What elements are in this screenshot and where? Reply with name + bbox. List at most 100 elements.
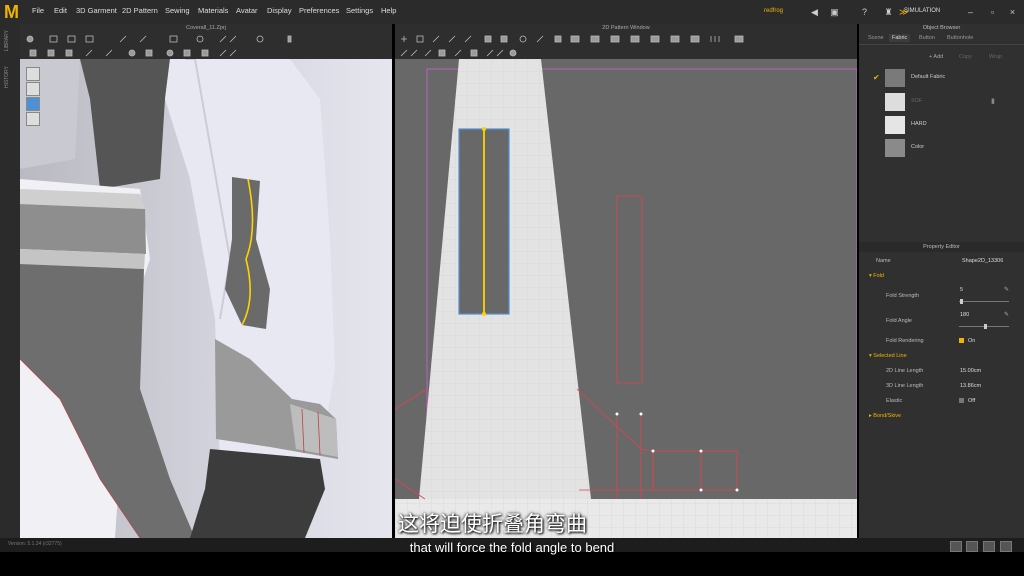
grain-icon[interactable]	[710, 36, 720, 42]
seam-allowance-icon[interactable]	[470, 49, 478, 57]
tab-scene[interactable]: Scene	[865, 34, 887, 42]
tack-icon[interactable]	[169, 35, 178, 43]
menu-settings[interactable]: Settings	[346, 6, 373, 15]
rectangle-icon[interactable]	[500, 35, 508, 43]
menu-preferences[interactable]: Preferences	[299, 6, 339, 15]
bond-skive-section[interactable]: ▸ Bond/Skive	[869, 413, 901, 419]
wrap-fabric-button[interactable]: Wrap	[989, 54, 1002, 60]
button-2d-icon[interactable]	[509, 49, 517, 57]
user-name[interactable]: redfrog	[764, 8, 783, 14]
sphere-icon[interactable]	[128, 49, 136, 57]
tab-fabric[interactable]: Fabric	[889, 34, 911, 42]
elastic-checkbox[interactable]	[959, 398, 964, 403]
slider-handle[interactable]	[960, 299, 963, 304]
texture-icon[interactable]	[47, 49, 55, 57]
menu-sewing[interactable]: Sewing	[165, 6, 190, 15]
segment-sewing-icon[interactable]	[590, 35, 600, 43]
circle-icon[interactable]	[166, 49, 174, 57]
slider-handle[interactable]	[984, 324, 987, 329]
notch-icon[interactable]	[454, 49, 462, 57]
selected-line-section[interactable]: ▾ Selected Line	[869, 353, 907, 359]
add-point-icon[interactable]	[448, 35, 456, 43]
transform-pattern-icon[interactable]	[401, 36, 407, 42]
trash-icon[interactable]: ▮	[991, 97, 995, 105]
polygon-icon[interactable]	[484, 35, 492, 43]
close-icon[interactable]: ×	[1008, 8, 1017, 17]
fold-angle-value[interactable]: 180	[960, 312, 969, 318]
2d-toolbar-icons[interactable]	[395, 33, 857, 59]
select-icon[interactable]	[26, 35, 34, 43]
cuff-piece[interactable]	[576, 388, 654, 491]
zipper-icon[interactable]	[219, 35, 237, 43]
view-mode-icon[interactable]	[26, 97, 40, 111]
trace-icon[interactable]	[424, 49, 432, 57]
menu-3d-garment[interactable]: 3D Garment	[76, 6, 117, 15]
tab-button[interactable]: Button	[916, 34, 938, 42]
fabric-item[interactable]: ✔ Default Fabric	[867, 69, 1017, 87]
simulation-mode-button[interactable]: SIMULATION	[904, 8, 940, 14]
edit-pattern-icon[interactable]	[416, 35, 424, 43]
grid-icon[interactable]	[65, 49, 73, 57]
fabric-item[interactable]: SOF ▮	[867, 93, 1017, 111]
avatar-icon[interactable]	[29, 49, 37, 57]
menu-avatar[interactable]: Avatar	[236, 6, 258, 15]
avatar-display-icon[interactable]	[26, 112, 40, 126]
pencil-icon[interactable]	[105, 49, 113, 57]
menu-help[interactable]: Help	[381, 6, 396, 15]
menu-edit[interactable]: Edit	[54, 6, 67, 15]
line2d-value[interactable]: 15.00cm	[960, 368, 981, 374]
cuff-tab-piece[interactable]	[652, 450, 738, 491]
menu-materials[interactable]: Materials	[198, 6, 228, 15]
speaker-icon[interactable]: ◀	[810, 8, 819, 17]
fold-strength-value[interactable]: 5	[960, 287, 963, 293]
graphic-icon[interactable]	[650, 35, 660, 43]
fabric-item[interactable]: Color	[867, 139, 1017, 157]
menu-display[interactable]: Display	[267, 6, 292, 15]
fold-rendering-checkbox[interactable]	[959, 338, 964, 343]
fold-icon[interactable]	[256, 35, 264, 43]
copy-fabric-button[interactable]: Copy	[959, 54, 972, 60]
fold-arrange-icon[interactable]	[670, 35, 680, 43]
library-tab[interactable]: LIBRARY	[4, 30, 10, 51]
layer-icon[interactable]	[183, 49, 191, 57]
tab-buttonhole[interactable]: Buttonhole	[944, 34, 976, 42]
move-icon[interactable]	[49, 35, 58, 43]
internal-line-icon[interactable]	[536, 35, 544, 43]
edit-icon[interactable]	[85, 35, 94, 43]
circle-pattern-icon[interactable]	[519, 35, 527, 43]
brush-icon[interactable]	[85, 49, 93, 57]
restore-icon[interactable]: ▫	[988, 8, 997, 17]
edit-icon[interactable]: ✎	[1004, 286, 1009, 293]
add-fabric-button[interactable]: + Add	[929, 54, 943, 60]
edit-icon[interactable]: ✎	[1004, 311, 1009, 318]
dart-icon[interactable]	[554, 35, 562, 43]
pin-icon[interactable]	[139, 35, 147, 43]
sewing-icon[interactable]	[570, 35, 580, 43]
texture-edit-icon[interactable]	[630, 35, 640, 43]
symmetry-icon[interactable]	[400, 49, 418, 57]
3d-toolbar-icons[interactable]	[20, 33, 392, 59]
fabric-item[interactable]: HARD	[867, 116, 1017, 134]
zoom-icon[interactable]	[734, 35, 744, 43]
name-value[interactable]: Shape2D_13306	[962, 258, 1003, 264]
measure-icon[interactable]	[287, 35, 292, 43]
camera-view-icon[interactable]	[201, 49, 209, 57]
3d-viewport[interactable]	[20, 59, 392, 538]
button-icon[interactable]	[196, 35, 204, 43]
view-camera-icon[interactable]	[26, 82, 40, 96]
edit-curve-icon[interactable]	[432, 35, 440, 43]
2d-pattern-viewport[interactable]	[395, 59, 857, 538]
transform-icon[interactable]	[67, 35, 76, 43]
menu-2d-pattern[interactable]: 2D Pattern	[122, 6, 158, 15]
pocket-piece[interactable]	[616, 195, 643, 384]
seam-icon[interactable]	[219, 49, 237, 57]
line-icon[interactable]	[119, 35, 127, 43]
hanger-icon[interactable]: ♜	[884, 8, 893, 17]
fold-strength-slider[interactable]	[959, 301, 1009, 302]
ruler-icon[interactable]	[438, 49, 446, 57]
camera-icon[interactable]: ▣	[830, 8, 839, 17]
fold-section[interactable]: ▾ Fold	[869, 273, 884, 279]
menu-file[interactable]: File	[32, 6, 44, 15]
box-icon[interactable]	[145, 49, 153, 57]
help-icon[interactable]: ?	[860, 8, 869, 17]
